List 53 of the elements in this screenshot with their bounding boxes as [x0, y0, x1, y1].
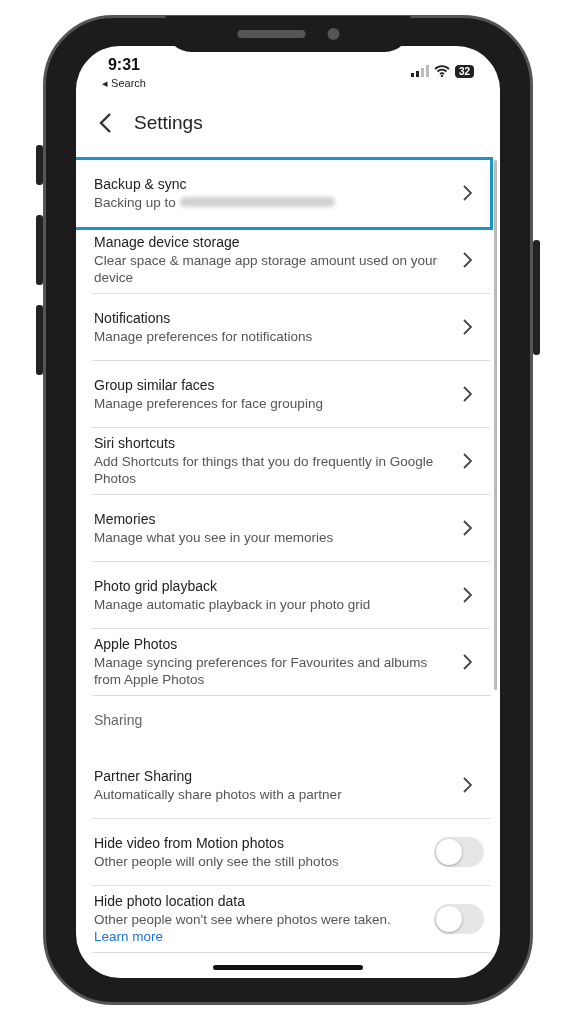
wifi-icon [433, 65, 450, 77]
row-title: Partner Sharing [94, 767, 194, 784]
row-title: Backup & sync [94, 175, 188, 192]
toggle-switch[interactable] [434, 904, 484, 934]
back-to-app-link[interactable]: ◂ Search [102, 77, 146, 90]
row-title: Group similar faces [94, 376, 216, 393]
toggle-switch[interactable] [434, 837, 484, 867]
row-subtitle: Manage what you see in your memories [94, 528, 335, 546]
settings-row[interactable]: Siri shortcuts Add Shortcuts for things that you do frequently in Google Photos [92, 428, 490, 495]
settings-row[interactable]: Manage device storage Clear space & manage app storage amount used on your device [92, 227, 490, 294]
chevron-right-icon [462, 777, 472, 793]
row-title: Hide photo location data [94, 893, 246, 909]
row-title: Hide video from Motion photos [94, 834, 285, 851]
row-subtitle: Other people will only see the still photos [94, 852, 340, 870]
camera-lens [327, 28, 339, 40]
row-title: Manage device storage [94, 234, 241, 250]
row-subtitle: Backing up to [94, 193, 176, 211]
row-subtitle: Automatically share photos with a partner [94, 785, 343, 803]
row-subtitle: Clear space & manage app storage amount used on your device [94, 252, 438, 286]
back-icon[interactable] [98, 112, 112, 134]
row-title: Photo grid playback [94, 577, 218, 594]
signal-icon [410, 65, 429, 77]
row-title: Apple Photos [94, 636, 179, 652]
chevron-right-icon [462, 520, 472, 536]
learn-more-link[interactable]: Learn more [94, 929, 164, 944]
speaker-grille [237, 30, 305, 38]
chevron-right-icon [462, 185, 472, 201]
chevron-right-icon [462, 587, 472, 603]
chevron-right-icon [462, 319, 472, 335]
row-subtitle: Manage automatic playback in your photo grid [94, 595, 372, 613]
settings-row[interactable]: Memories Manage what you see in your memories [92, 495, 490, 562]
chevron-right-icon [462, 654, 472, 670]
page-title: Settings [134, 112, 203, 134]
settings-row[interactable]: Partner Sharing Automatically share photos with a partner [92, 752, 490, 819]
chevron-right-icon [462, 252, 472, 268]
row-subtitle: Add Shortcuts for things that you do frequently in Google Photos [94, 453, 435, 487]
battery-level: 32 [454, 64, 474, 78]
chevron-right-icon [462, 453, 472, 469]
settings-row[interactable]: Notifications Manage preferences for notifications [92, 294, 490, 361]
chevron-right-icon [462, 386, 472, 402]
settings-row[interactable]: Backup & sync Backing up to [76, 160, 490, 227]
settings-row[interactable]: Photo grid playback Manage automatic playback in your photo grid [92, 562, 490, 629]
row-title: Siri shortcuts [94, 435, 176, 451]
row-title: Memories [94, 510, 157, 527]
status-time: 9:31 [107, 56, 140, 74]
row-subtitle: Other people won't see where photos were taken. Learn more [94, 911, 392, 945]
settings-row[interactable]: Group similar faces Manage preferences for face grouping [92, 361, 490, 428]
row-subtitle: Manage preferences for face grouping [94, 394, 324, 412]
row-subtitle: Manage syncing preferences for Favourites and albums from Apple Photos [94, 654, 429, 688]
settings-row[interactable]: Apple Photos Manage syncing preferences for Favourites and albums from Apple Photos [92, 629, 490, 696]
row-title: Notifications [94, 309, 172, 326]
row-subtitle: Manage preferences for notifications [94, 327, 314, 345]
section-header: Sharing [94, 711, 144, 730]
